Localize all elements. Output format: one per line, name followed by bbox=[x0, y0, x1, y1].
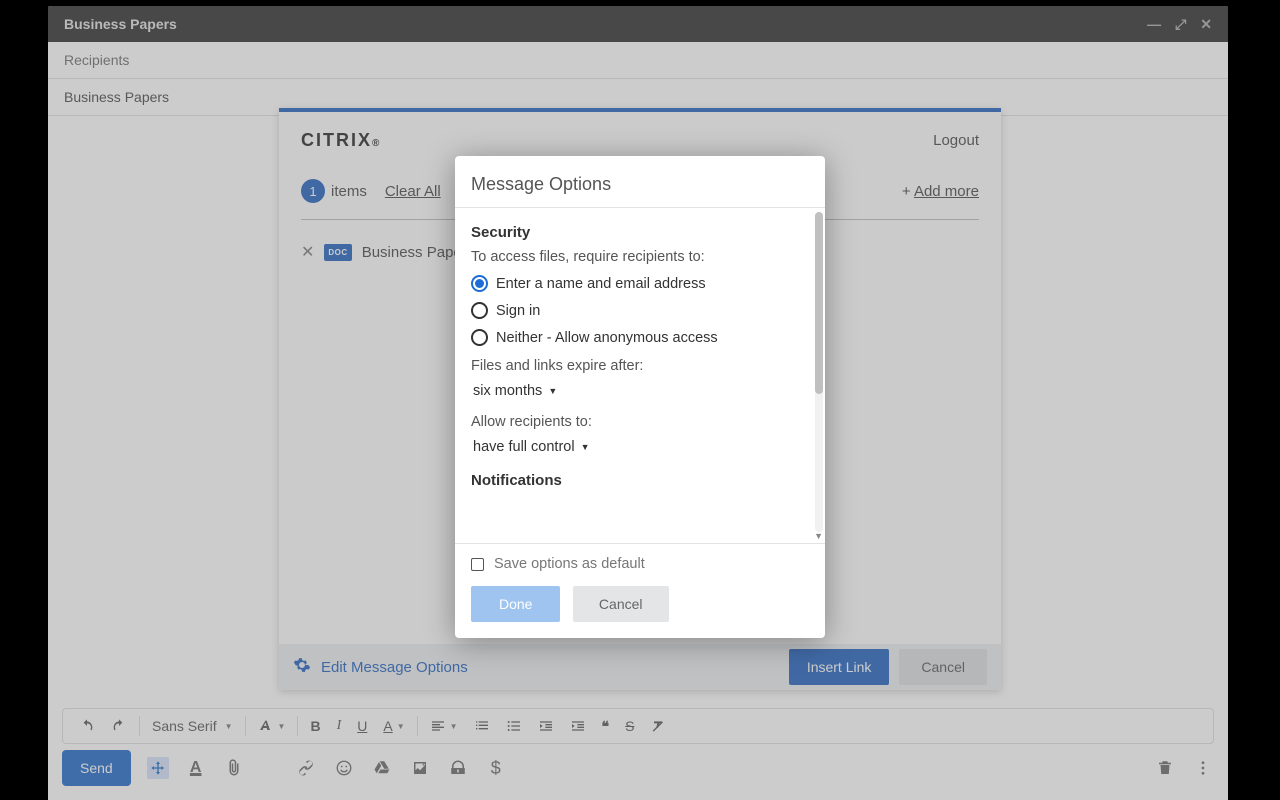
save-default-label: Save options as default bbox=[494, 556, 645, 572]
more-icon[interactable] bbox=[1192, 757, 1214, 779]
clear-all-link[interactable]: Clear All bbox=[385, 183, 441, 200]
chevron-down-icon: ▼ bbox=[278, 722, 286, 731]
expire-label: Files and links expire after: bbox=[471, 358, 809, 374]
dialog-footer: Save options as default Done Cancel bbox=[455, 544, 825, 638]
checkbox-icon[interactable] bbox=[471, 558, 484, 571]
dialog-title: Message Options bbox=[455, 156, 825, 207]
items-label: items bbox=[331, 183, 367, 200]
attach-icon[interactable] bbox=[223, 757, 245, 779]
link-icon[interactable] bbox=[295, 757, 317, 779]
expire-select[interactable]: six months ▼ bbox=[471, 380, 559, 402]
citrix-footer: Edit Message Options Insert Link Cancel bbox=[279, 644, 1001, 690]
window-titlebar: Business Papers — ⤢ ✕ bbox=[48, 6, 1228, 42]
allow-label: Allow recipients to: bbox=[471, 414, 809, 430]
chevron-down-icon: ▼ bbox=[450, 722, 458, 731]
radio-label: Neither - Allow anonymous access bbox=[496, 330, 718, 346]
gear-icon bbox=[293, 656, 311, 679]
allow-value: have full control bbox=[473, 439, 575, 455]
cancel-button[interactable]: Cancel bbox=[573, 586, 669, 622]
dollar-icon[interactable]: $ bbox=[485, 757, 507, 779]
remove-format-button[interactable] bbox=[642, 714, 674, 738]
compose-bottom-bar: Send A $ bbox=[62, 748, 1214, 788]
expire-value: six months bbox=[473, 383, 542, 399]
radio-anonymous[interactable]: Neither - Allow anonymous access bbox=[471, 329, 809, 346]
indent-more-button[interactable] bbox=[562, 714, 594, 738]
font-size-select[interactable]: ▼ bbox=[250, 714, 294, 738]
chevron-down-icon: ▼ bbox=[225, 722, 233, 731]
confidential-icon[interactable] bbox=[447, 757, 469, 779]
citrix-logo: CITRIX® bbox=[301, 130, 381, 151]
indent-less-button[interactable] bbox=[530, 714, 562, 738]
font-family-select[interactable]: Sans Serif ▼ bbox=[144, 718, 241, 734]
italic-button[interactable]: I bbox=[329, 714, 350, 738]
recipients-field[interactable]: Recipients bbox=[48, 42, 1228, 79]
radio-icon bbox=[471, 275, 488, 292]
recipients-label: Recipients bbox=[64, 52, 129, 68]
notifications-header: Notifications bbox=[471, 472, 809, 489]
bold-button[interactable]: B bbox=[302, 714, 328, 738]
security-header: Security bbox=[471, 224, 809, 241]
message-options-dialog: Message Options ▼ Security To access fil… bbox=[455, 156, 825, 638]
undo-button[interactable] bbox=[71, 714, 103, 738]
text-color-button[interactable]: A ▼ bbox=[375, 714, 412, 738]
font-family-label: Sans Serif bbox=[152, 718, 217, 734]
done-button[interactable]: Done bbox=[471, 586, 560, 622]
chevron-down-icon: ▼ bbox=[397, 722, 405, 731]
drive-icon[interactable] bbox=[371, 757, 393, 779]
emoji-icon[interactable] bbox=[333, 757, 355, 779]
radio-icon bbox=[471, 302, 488, 319]
radio-label: Sign in bbox=[496, 303, 540, 319]
window-title: Business Papers bbox=[64, 16, 177, 32]
redo-button[interactable] bbox=[103, 714, 135, 738]
strikethrough-button[interactable]: S bbox=[617, 714, 642, 738]
chevron-down-icon: ▼ bbox=[581, 442, 590, 452]
edit-message-options-link[interactable]: Edit Message Options bbox=[321, 659, 468, 676]
security-help: To access files, require recipients to: bbox=[471, 249, 809, 265]
radio-label: Enter a name and email address bbox=[496, 276, 706, 292]
window-controls: — ⤢ ✕ bbox=[1147, 16, 1212, 33]
allow-select[interactable]: have full control ▼ bbox=[471, 436, 591, 458]
close-icon[interactable]: ✕ bbox=[1200, 16, 1212, 33]
items-count-badge: 1 bbox=[301, 179, 325, 203]
minimize-icon[interactable]: — bbox=[1147, 16, 1161, 32]
image-icon[interactable] bbox=[409, 757, 431, 779]
radio-icon bbox=[471, 329, 488, 346]
underline-button[interactable]: U bbox=[349, 714, 375, 738]
format-toolbar: Sans Serif ▼ ▼ B I U A ▼ ▼ bbox=[62, 708, 1214, 744]
scroll-down-icon[interactable]: ▼ bbox=[814, 531, 823, 541]
numbered-list-button[interactable] bbox=[466, 714, 498, 738]
chevron-down-icon: ▼ bbox=[548, 386, 557, 396]
insert-link-button[interactable]: Insert Link bbox=[789, 649, 890, 685]
bulleted-list-button[interactable] bbox=[498, 714, 530, 738]
scrollbar-thumb[interactable] bbox=[815, 212, 823, 394]
cancel-button[interactable]: Cancel bbox=[899, 649, 987, 685]
send-button[interactable]: Send bbox=[62, 750, 131, 786]
radio-name-email[interactable]: Enter a name and email address bbox=[471, 275, 809, 292]
trash-icon[interactable] bbox=[1154, 757, 1176, 779]
subject-text: Business Papers bbox=[64, 89, 169, 105]
sharefile-icon[interactable] bbox=[147, 757, 169, 779]
align-button[interactable]: ▼ bbox=[422, 714, 466, 738]
format-text-icon[interactable]: A bbox=[185, 757, 207, 779]
quote-button[interactable]: ❝ bbox=[594, 714, 618, 739]
radio-sign-in[interactable]: Sign in bbox=[471, 302, 809, 319]
add-more-link[interactable]: + Add more bbox=[902, 183, 979, 200]
logout-link[interactable]: Logout bbox=[933, 132, 979, 149]
save-default-row[interactable]: Save options as default bbox=[471, 556, 809, 572]
doc-icon: DOC bbox=[324, 244, 351, 261]
dialog-scroll-area[interactable]: ▼ Security To access files, require reci… bbox=[455, 208, 825, 543]
remove-file-icon[interactable]: ✕ bbox=[301, 242, 314, 262]
expand-icon[interactable]: ⤢ bbox=[1175, 16, 1186, 33]
